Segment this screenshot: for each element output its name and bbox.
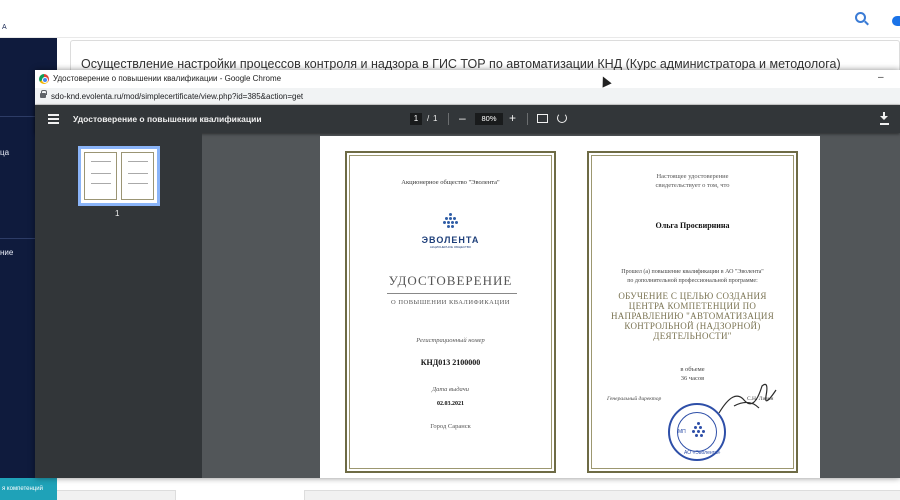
program-line: ОБУЧЕНИЕ С ЦЕЛЬЮ СОЗДАНИЯ [618, 291, 767, 301]
course-title: Осуществление настройки процессов контро… [81, 57, 841, 71]
address-bar[interactable]: sdo-knd.evolenta.ru/mod/simplecertificat… [35, 88, 900, 105]
page-number-input[interactable]: 1 [410, 113, 422, 125]
toolbar-divider [448, 113, 449, 125]
search-icon[interactable] [855, 12, 866, 23]
program-line: НАПРАВЛЕНИЮ "АВТОМАТИЗАЦИЯ [610, 311, 775, 321]
toolbar-divider [527, 113, 528, 125]
sidebar-footer-label: я компетенций [2, 486, 43, 492]
volume-label: в объеме [680, 366, 705, 373]
issue-date-label: Дата выдачи [431, 386, 470, 393]
lms-logo[interactable]: А [2, 24, 7, 31]
certificate-body: Настоящее удостоверение свидетельствует … [587, 151, 798, 473]
program-line: ЦЕНТРА КОМПЕТЕНЦИИ ПО [628, 301, 757, 311]
reg-number-label: Регистрационный номер [416, 337, 485, 344]
program-title: ОБУЧЕНИЕ С ЦЕЛЬЮ СОЗДАНИЯ ЦЕНТРА КОМПЕТЕ… [589, 291, 796, 341]
pdf-title: Удостоверение о повышении квалификации [73, 114, 262, 124]
org-name: Акционерное общество "Эволента" [401, 179, 500, 186]
window-titlebar[interactable]: Удостоверение о повышении квалификации -… [35, 70, 900, 88]
thumbnail-line [91, 173, 111, 174]
stamp-logo-icon [692, 422, 706, 438]
sidebar-footer[interactable]: я компетенций [0, 478, 57, 500]
stamp-company: АО «Эволента» [684, 450, 721, 456]
thumbnail-page-number: 1 [115, 209, 120, 218]
thumbnail-line [128, 161, 148, 162]
thumbnail-line [91, 161, 111, 162]
fit-page-icon[interactable] [537, 114, 548, 123]
cover-inner-frame [349, 155, 552, 469]
program-line: ДЕЯТЕЛЬНОСТИ" [653, 331, 732, 341]
thumbnail-pane: 1 [35, 133, 202, 478]
thumbnail-line [128, 173, 148, 174]
city: Город Саранск [430, 423, 471, 430]
page-total: 1 [433, 114, 438, 123]
chat-icon[interactable] [892, 16, 900, 26]
company-stamp-icon: МП АО «Эволента» [668, 403, 726, 461]
program-intro-2: по дополнительной профессиональной прогр… [627, 278, 758, 284]
certificate-cover: Акционерное общество "Эволента" ЭВОЛЕНТА… [345, 151, 556, 473]
zoom-input[interactable]: 80% [475, 113, 503, 125]
issue-date: 02.03.2021 [437, 401, 464, 407]
page-thumbnail[interactable] [78, 146, 160, 206]
director-label: Генеральный директор [607, 396, 662, 402]
rotate-icon[interactable] [557, 113, 567, 123]
intro-line-1: Настоящее удостоверение [656, 173, 729, 180]
window-title: Удостоверение о повышении квалификации -… [53, 74, 282, 83]
certificate-heading: УДОСТОВЕРЕНИЕ [388, 273, 513, 288]
logo-text: ЭВОЛЕНТА [421, 235, 480, 245]
zoom-in-button[interactable]: + [509, 111, 516, 125]
url-text[interactable]: sdo-knd.evolenta.ru/mod/simplecertificat… [51, 92, 303, 101]
chrome-window: Удостоверение о повышении квалификации -… [35, 70, 900, 478]
program-line: КОНТРОЛЬНОЙ (НАДЗОРНОЙ) [624, 321, 761, 331]
pdf-page: Акционерное общество "Эволента" ЭВОЛЕНТА… [320, 136, 820, 478]
bottom-tab[interactable] [175, 490, 305, 500]
thumbnail-line [128, 183, 148, 184]
logo-subtext: АКЦИОНЕРНОЕ ОБЩЕСТВО [429, 245, 472, 249]
heading-divider [387, 293, 517, 294]
certificate-subheading: О ПОВЫШЕНИИ КВАЛИФИКАЦИИ [391, 299, 510, 306]
lock-icon[interactable] [40, 90, 47, 98]
stamp-mp: МП [678, 429, 686, 435]
download-icon-base [880, 123, 889, 125]
page-separator: / [427, 114, 430, 123]
zoom-out-button[interactable]: – [459, 111, 466, 125]
intro-line-2: свидетельствует о том, что [655, 182, 730, 189]
thumbnail-right-panel [121, 152, 154, 200]
sidebar-item-label[interactable]: ца [0, 148, 9, 157]
screen: А ‹ ца ние я компетенций Осуществление н… [0, 0, 900, 500]
signature-image [718, 383, 777, 414]
minimize-button[interactable]: – [878, 72, 884, 83]
lms-topbar: А [0, 0, 900, 38]
thumbnail-line [91, 183, 111, 184]
menu-icon[interactable] [48, 114, 59, 124]
pdf-toolbar: Удостоверение о повышении квалификации 1… [35, 105, 900, 133]
chrome-icon [39, 74, 49, 84]
course-header: Осуществление настройки процессов контро… [70, 40, 900, 74]
evolenta-logo-icon [443, 213, 459, 231]
reg-number: КНД013 2100000 [420, 358, 481, 367]
recipient-name: Ольга Просвирнина [655, 221, 730, 230]
thumbnail-left-panel [84, 152, 117, 200]
sidebar-item-label[interactable]: ние [0, 248, 13, 257]
program-intro-1: Прошел (а) повышение квалификации в АО "… [621, 269, 764, 275]
